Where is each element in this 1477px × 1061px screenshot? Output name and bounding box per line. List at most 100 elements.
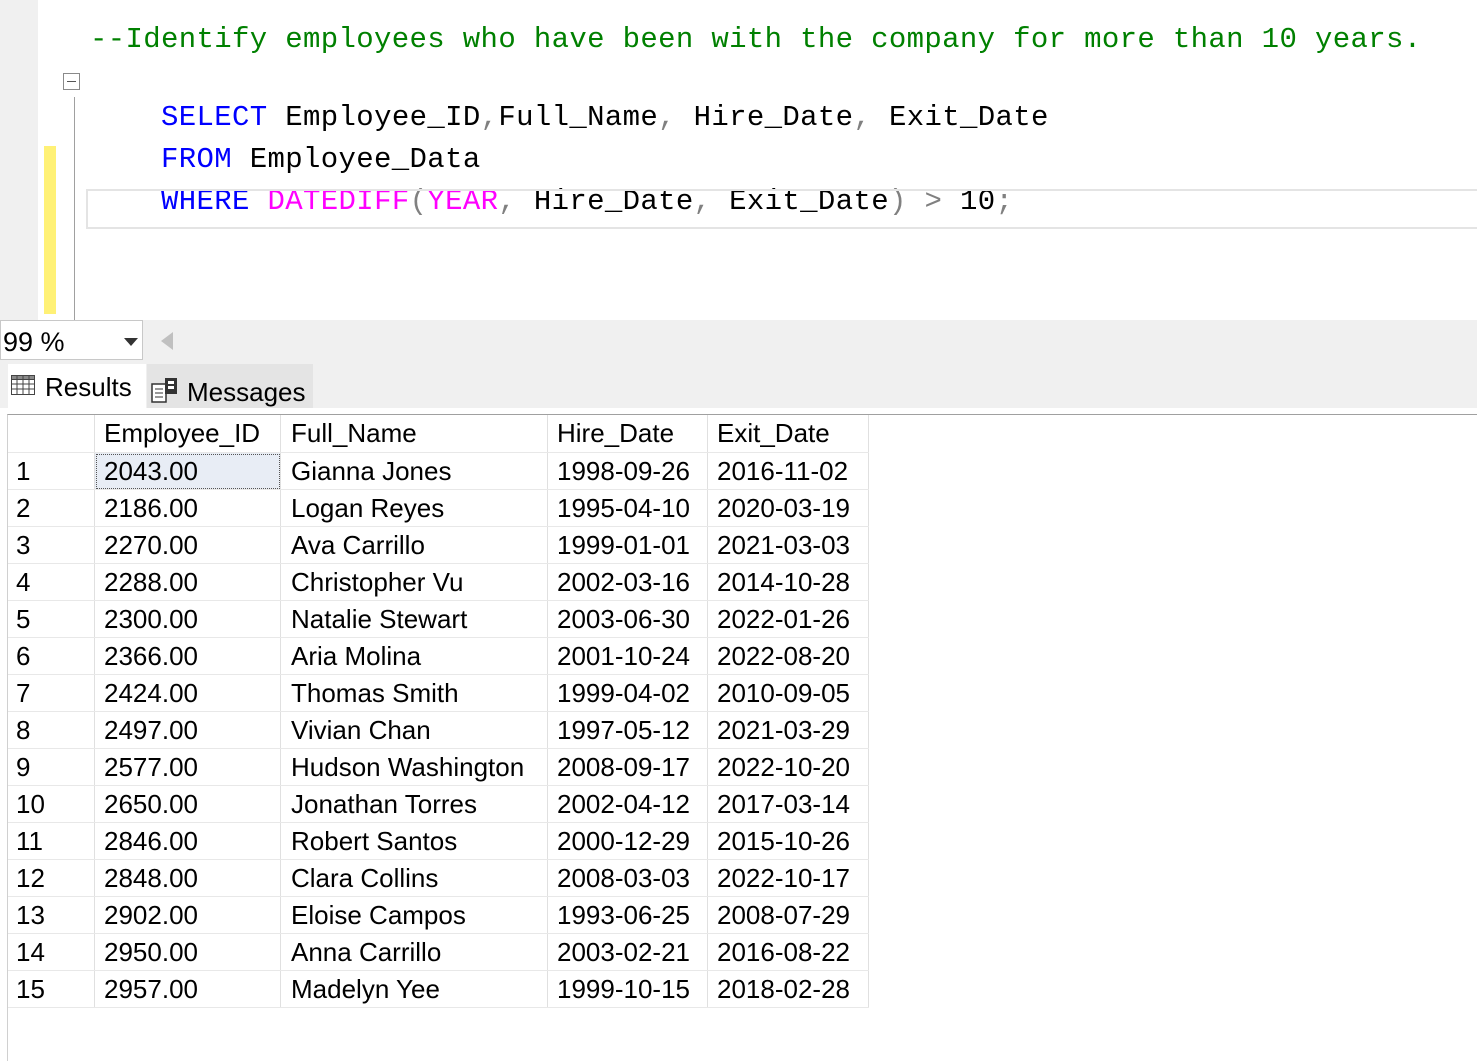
column-header-full-name[interactable]: Full_Name — [280, 415, 548, 453]
hire-date-cell[interactable]: 2008-03-03 — [547, 859, 708, 897]
row-number-cell[interactable]: 5 — [8, 600, 95, 638]
row-number-cell[interactable]: 2 — [8, 489, 95, 527]
exit-date-cell[interactable]: 2021-03-03 — [707, 526, 869, 564]
employee-id-cell[interactable]: 2846.00 — [94, 822, 281, 860]
table-row[interactable]: 1 2043.00 Gianna Jones 1998-09-26 2016-11-02 — [8, 452, 869, 490]
exit-date-cell[interactable]: 2016-11-02 — [707, 452, 869, 490]
results-grid[interactable]: Employee_ID Full_Name Hire_Date Exit_Dat… — [7, 414, 1477, 1061]
row-number-cell[interactable]: 7 — [8, 674, 95, 712]
hire-date-cell[interactable]: 2000-12-29 — [547, 822, 708, 860]
full-name-cell[interactable]: Hudson Washington — [280, 748, 548, 786]
employee-id-cell[interactable]: 2957.00 — [94, 970, 281, 1008]
employee-id-cell[interactable]: 2950.00 — [94, 933, 281, 971]
employee-id-cell[interactable]: 2848.00 — [94, 859, 281, 897]
chevron-down-icon[interactable] — [124, 338, 138, 346]
hire-date-cell[interactable]: 2002-03-16 — [547, 563, 708, 601]
hire-date-cell[interactable]: 1999-10-15 — [547, 970, 708, 1008]
full-name-cell[interactable]: Robert Santos — [280, 822, 548, 860]
employee-id-cell[interactable]: 2650.00 — [94, 785, 281, 823]
exit-date-cell[interactable]: 2018-02-28 — [707, 970, 869, 1008]
hire-date-cell[interactable]: 1993-06-25 — [547, 896, 708, 934]
column-header-exit-date[interactable]: Exit_Date — [707, 415, 869, 453]
column-header-employee-id[interactable]: Employee_ID — [94, 415, 281, 453]
table-row[interactable]: 10 2650.00 Jonathan Torres 2002-04-12 2017-0… — [8, 785, 869, 823]
full-name-cell[interactable]: Anna Carrillo — [280, 933, 548, 971]
row-number-header[interactable] — [8, 415, 95, 453]
table-row[interactable]: 5 2300.00 Natalie Stewart 2003-06-30 2022-01… — [8, 600, 869, 638]
full-name-cell[interactable]: Jonathan Torres — [280, 785, 548, 823]
exit-date-cell[interactable]: 2022-10-20 — [707, 748, 869, 786]
employee-id-cell[interactable]: 2270.00 — [94, 526, 281, 564]
full-name-cell[interactable]: Clara Collins — [280, 859, 548, 897]
row-number-cell[interactable]: 3 — [8, 526, 95, 564]
exit-date-cell[interactable]: 2022-08-20 — [707, 637, 869, 675]
full-name-cell[interactable]: Gianna Jones — [280, 452, 548, 490]
row-number-cell[interactable]: 4 — [8, 563, 95, 601]
full-name-cell[interactable]: Eloise Campos — [280, 896, 548, 934]
employee-id-cell[interactable]: 2497.00 — [94, 711, 281, 749]
table-row[interactable]: 12 2848.00 Clara Collins 2008-03-03 2022-10-… — [8, 859, 869, 897]
hire-date-cell[interactable]: 1999-01-01 — [547, 526, 708, 564]
exit-date-cell[interactable]: 2021-03-29 — [707, 711, 869, 749]
full-name-cell[interactable]: Logan Reyes — [280, 489, 548, 527]
employee-id-cell[interactable]: 2577.00 — [94, 748, 281, 786]
row-number-cell[interactable]: 14 — [8, 933, 95, 971]
tab-messages[interactable]: Messages — [147, 364, 313, 408]
hire-date-cell[interactable]: 1997-05-12 — [547, 711, 708, 749]
row-number-cell[interactable]: 9 — [8, 748, 95, 786]
exit-date-cell[interactable]: 2022-10-17 — [707, 859, 869, 897]
hire-date-cell[interactable]: 2003-06-30 — [547, 600, 708, 638]
scroll-left-arrow-icon[interactable] — [161, 332, 173, 350]
hire-date-cell[interactable]: 1999-04-02 — [547, 674, 708, 712]
exit-date-cell[interactable]: 2014-10-28 — [707, 563, 869, 601]
exit-date-cell[interactable]: 2010-09-05 — [707, 674, 869, 712]
row-number-cell[interactable]: 1 — [8, 452, 95, 490]
hire-date-cell[interactable]: 2002-04-12 — [547, 785, 708, 823]
full-name-cell[interactable]: Vivian Chan — [280, 711, 548, 749]
employee-id-cell[interactable]: 2300.00 — [94, 600, 281, 638]
exit-date-cell[interactable]: 2017-03-14 — [707, 785, 869, 823]
exit-date-cell[interactable]: 2022-01-26 — [707, 600, 869, 638]
employee-id-cell[interactable]: 2288.00 — [94, 563, 281, 601]
table-row[interactable]: 3 2270.00 Ava Carrillo 1999-01-01 2021-03-03 — [8, 526, 869, 564]
row-number-cell[interactable]: 15 — [8, 970, 95, 1008]
table-row[interactable]: 11 2846.00 Robert Santos 2000-12-29 2015-10-… — [8, 822, 869, 860]
full-name-cell[interactable]: Christopher Vu — [280, 563, 548, 601]
row-number-cell[interactable]: 6 — [8, 637, 95, 675]
table-row[interactable]: 8 2497.00 Vivian Chan 1997-05-12 2021-03-29 — [8, 711, 869, 749]
hire-date-cell[interactable]: 2003-02-21 — [547, 933, 708, 971]
sql-editor[interactable]: --Identify employees who have been with … — [0, 0, 1477, 320]
table-row[interactable]: 6 2366.00 Aria Molina 2001-10-24 2022-08-20 — [8, 637, 869, 675]
row-number-cell[interactable]: 13 — [8, 896, 95, 934]
row-number-cell[interactable]: 12 — [8, 859, 95, 897]
employee-id-cell[interactable]: 2043.00 — [94, 452, 281, 490]
collapse-icon[interactable] — [63, 73, 80, 90]
zoom-dropdown[interactable]: 99 % — [0, 320, 143, 360]
full-name-cell[interactable]: Ava Carrillo — [280, 526, 548, 564]
column-header-hire-date[interactable]: Hire_Date — [547, 415, 708, 453]
exit-date-cell[interactable]: 2016-08-22 — [707, 933, 869, 971]
hire-date-cell[interactable]: 2001-10-24 — [547, 637, 708, 675]
hire-date-cell[interactable]: 1998-09-26 — [547, 452, 708, 490]
employee-id-cell[interactable]: 2366.00 — [94, 637, 281, 675]
row-number-cell[interactable]: 10 — [8, 785, 95, 823]
row-number-cell[interactable]: 8 — [8, 711, 95, 749]
hire-date-cell[interactable]: 2008-09-17 — [547, 748, 708, 786]
employee-id-cell[interactable]: 2424.00 — [94, 674, 281, 712]
table-row[interactable]: 14 2950.00 Anna Carrillo 2003-02-21 2016-08-… — [8, 933, 869, 971]
full-name-cell[interactable]: Thomas Smith — [280, 674, 548, 712]
hire-date-cell[interactable]: 1995-04-10 — [547, 489, 708, 527]
table-row[interactable]: 4 2288.00 Christopher Vu 2002-03-16 2014-10-… — [8, 563, 869, 601]
table-row[interactable]: 15 2957.00 Madelyn Yee 1999-10-15 2018-02-28 — [8, 970, 869, 1008]
current-line-highlight[interactable] — [86, 189, 1477, 229]
employee-id-cell[interactable]: 2186.00 — [94, 489, 281, 527]
full-name-cell[interactable]: Natalie Stewart — [280, 600, 548, 638]
employee-id-cell[interactable]: 2902.00 — [94, 896, 281, 934]
table-row[interactable]: 13 2902.00 Eloise Campos 1993-06-25 2008-07-… — [8, 896, 869, 934]
table-row[interactable]: 9 2577.00 Hudson Washington 2008-09-17 2022-… — [8, 748, 869, 786]
exit-date-cell[interactable]: 2008-07-29 — [707, 896, 869, 934]
table-row[interactable]: 2 2186.00 Logan Reyes 1995-04-10 2020-03-19 — [8, 489, 869, 527]
table-row[interactable]: 7 2424.00 Thomas Smith 1999-04-02 2010-09-05 — [8, 674, 869, 712]
exit-date-cell[interactable]: 2015-10-26 — [707, 822, 869, 860]
tab-results[interactable]: Results — [8, 364, 146, 408]
